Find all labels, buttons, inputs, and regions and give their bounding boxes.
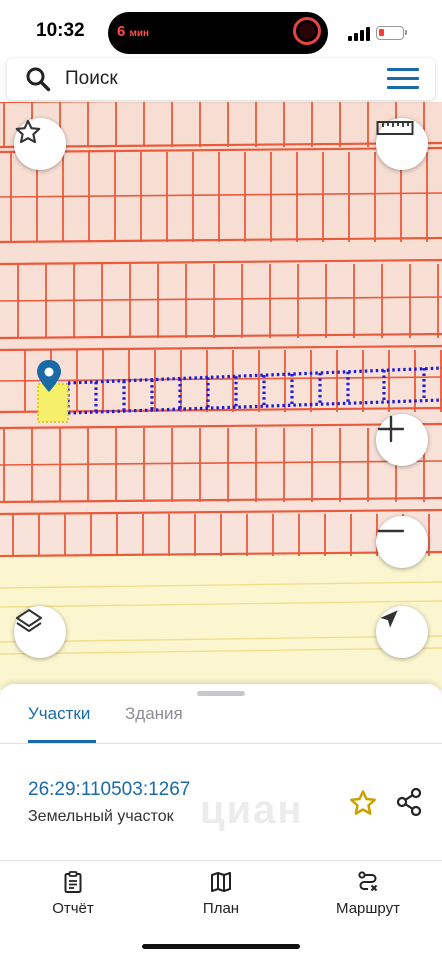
layers-button[interactable] bbox=[14, 606, 66, 658]
nav-report[interactable]: Отчёт bbox=[18, 870, 128, 917]
cadastral-number-link[interactable]: 26:29:110503:1267 bbox=[28, 779, 190, 801]
activity-unit: мин bbox=[129, 28, 150, 39]
nav-route[interactable]: Маршрут bbox=[313, 870, 423, 917]
map-plan-icon bbox=[211, 872, 231, 892]
ruler-button[interactable] bbox=[376, 118, 428, 170]
nav-report-label: Отчёт bbox=[52, 900, 94, 917]
divider bbox=[0, 743, 442, 744]
activity-timer: 6 мин bbox=[117, 23, 149, 40]
search-input[interactable]: Поиск bbox=[65, 68, 118, 90]
search-bar[interactable]: Поиск bbox=[7, 58, 435, 100]
parcel-type: Земельный участок bbox=[28, 808, 174, 825]
parcel-info-sheet: Участки Здания циан 26:29:110503:1267 Зе… bbox=[0, 684, 442, 960]
ruler-icon bbox=[376, 121, 414, 135]
star-icon bbox=[15, 119, 41, 144]
minus-icon bbox=[377, 529, 405, 533]
status-bar: 10:32 6 мин bbox=[0, 0, 442, 62]
share-icon[interactable] bbox=[393, 786, 425, 818]
selected-parcel[interactable] bbox=[37, 383, 69, 423]
nav-plan[interactable]: План bbox=[166, 870, 276, 917]
nav-route-label: Маршрут bbox=[336, 900, 400, 917]
navigation-arrow-icon bbox=[380, 610, 398, 628]
layers-icon bbox=[16, 609, 42, 632]
plus-icon bbox=[377, 415, 405, 443]
favorite-map-button[interactable] bbox=[14, 118, 66, 170]
nav-plan-label: План bbox=[202, 900, 240, 917]
favorite-star-icon[interactable] bbox=[348, 788, 378, 818]
search-icon[interactable] bbox=[25, 66, 51, 92]
activity-minutes: 6 bbox=[117, 23, 126, 40]
sheet-drag-handle[interactable] bbox=[197, 691, 245, 696]
route-icon bbox=[358, 871, 378, 892]
activity-ring-icon bbox=[293, 17, 321, 45]
dynamic-island[interactable]: 6 мин bbox=[108, 12, 328, 54]
tab-parcels[interactable]: Участки bbox=[28, 704, 90, 724]
report-clipboard-icon bbox=[64, 871, 82, 893]
locate-me-button[interactable] bbox=[376, 606, 428, 658]
zoom-out-button[interactable] bbox=[376, 516, 428, 568]
home-indicator[interactable] bbox=[142, 944, 300, 949]
map-canvas[interactable] bbox=[0, 102, 442, 690]
battery-icon bbox=[376, 26, 407, 40]
hamburger-menu-icon[interactable] bbox=[387, 68, 419, 90]
status-time: 10:32 bbox=[36, 20, 85, 41]
zoom-in-button[interactable] bbox=[376, 414, 428, 466]
tab-buildings[interactable]: Здания bbox=[125, 704, 183, 724]
cian-watermark: циан bbox=[200, 788, 304, 832]
cellular-signal-icon bbox=[348, 27, 370, 41]
cadastral-map[interactable] bbox=[0, 102, 442, 690]
divider bbox=[0, 860, 442, 861]
